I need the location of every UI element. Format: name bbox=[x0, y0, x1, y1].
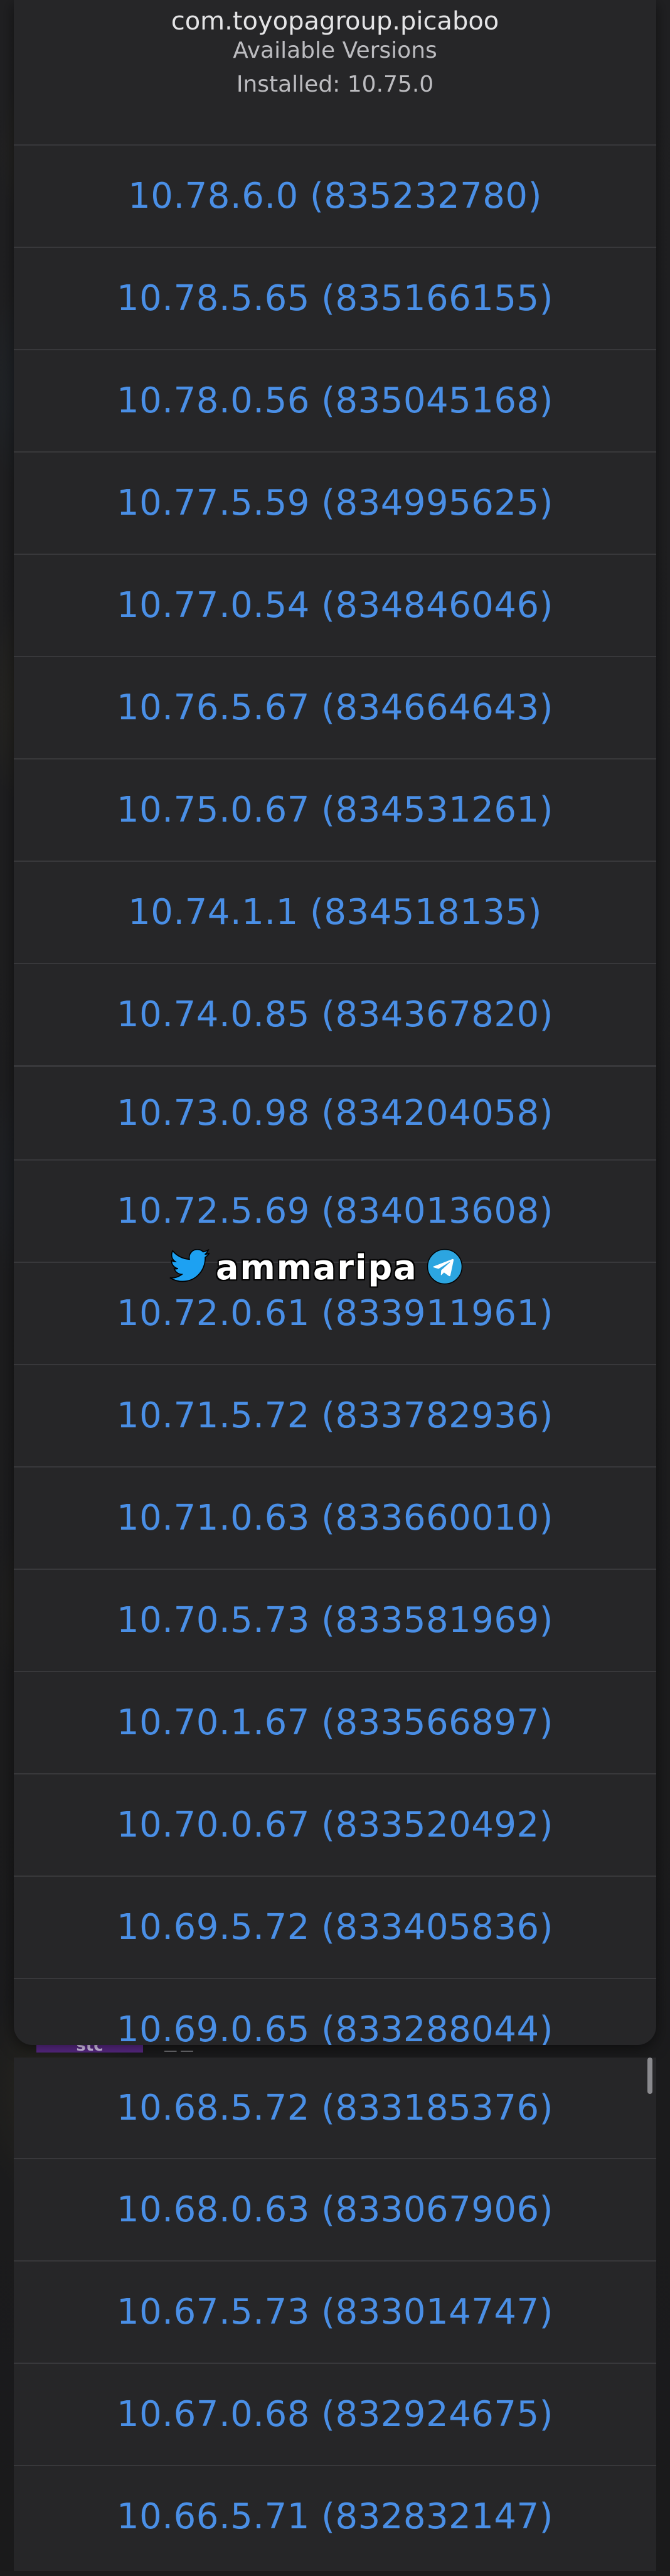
version-option[interactable]: 10.78.0.56 (835045168) bbox=[14, 349, 656, 451]
versions-sheet: com.toyopagroup.picaboo Available Versio… bbox=[14, 0, 656, 2045]
twitter-bird-icon bbox=[168, 1248, 212, 1287]
version-option[interactable]: 10.74.1.1 (834518135) bbox=[14, 861, 656, 962]
sheet-subtitle: Available Versions bbox=[233, 38, 437, 63]
version-option[interactable]: 10.73.0.98 (834204058) bbox=[14, 1065, 656, 1159]
telegram-icon bbox=[422, 1248, 468, 1288]
version-option[interactable]: 10.69.5.72 (833405836) bbox=[14, 1876, 656, 1977]
version-option[interactable]: 10.76.5.67 (834664643) bbox=[14, 656, 656, 758]
package-name: com.toyopagroup.picaboo bbox=[171, 7, 499, 36]
version-option[interactable]: 10.78.5.65 (835166155) bbox=[14, 247, 656, 348]
version-option[interactable]: 10.72.5.69 (834013608) bbox=[14, 1159, 656, 1261]
stc-caption: ـــ ـــ bbox=[164, 2044, 193, 2056]
version-option[interactable]: 10.67.0.68 (832924675) bbox=[14, 2363, 656, 2464]
version-option[interactable]: 10.71.5.72 (833782936) bbox=[14, 1364, 656, 1466]
version-option[interactable]: 10.74.0.85 (834367820) bbox=[14, 963, 656, 1065]
version-option[interactable]: 10.68.5.72 (833185376) bbox=[14, 2058, 656, 2158]
versions-sheet-continued: 10.68.5.72 (833185376) 10.68.0.63 (83306… bbox=[14, 2058, 656, 2571]
sheet-header: com.toyopagroup.picaboo Available Versio… bbox=[14, 0, 656, 144]
version-option[interactable]: 10.68.0.63 (833067906) bbox=[14, 2158, 656, 2260]
version-option[interactable]: 10.70.0.67 (833520492) bbox=[14, 1773, 656, 1875]
version-option[interactable]: 10.78.6.0 (835232780) bbox=[14, 144, 656, 246]
version-option[interactable]: 10.75.0.67 (834531261) bbox=[14, 758, 656, 860]
version-option[interactable]: 10.71.0.63 (833660010) bbox=[14, 1466, 656, 1568]
version-option[interactable]: 10.69.0.65 (833288044) bbox=[14, 1978, 656, 2045]
version-option[interactable]: 10.70.5.73 (833581969) bbox=[14, 1569, 656, 1670]
version-option[interactable]: 10.66.5.71 (832832147) bbox=[14, 2465, 656, 2567]
version-option[interactable]: 10.70.1.67 (833566897) bbox=[14, 1671, 656, 1773]
watermark-handle: ammaripa bbox=[216, 1248, 418, 1287]
version-option[interactable]: 10.77.0.54 (834846046) bbox=[14, 554, 656, 655]
version-option[interactable]: 10.67.5.73 (833014747) bbox=[14, 2260, 656, 2362]
version-option[interactable]: 10.77.5.59 (834995625) bbox=[14, 451, 656, 553]
installed-version: Installed: 10.75.0 bbox=[236, 72, 434, 97]
watermark: ammaripa bbox=[168, 1249, 479, 1287]
